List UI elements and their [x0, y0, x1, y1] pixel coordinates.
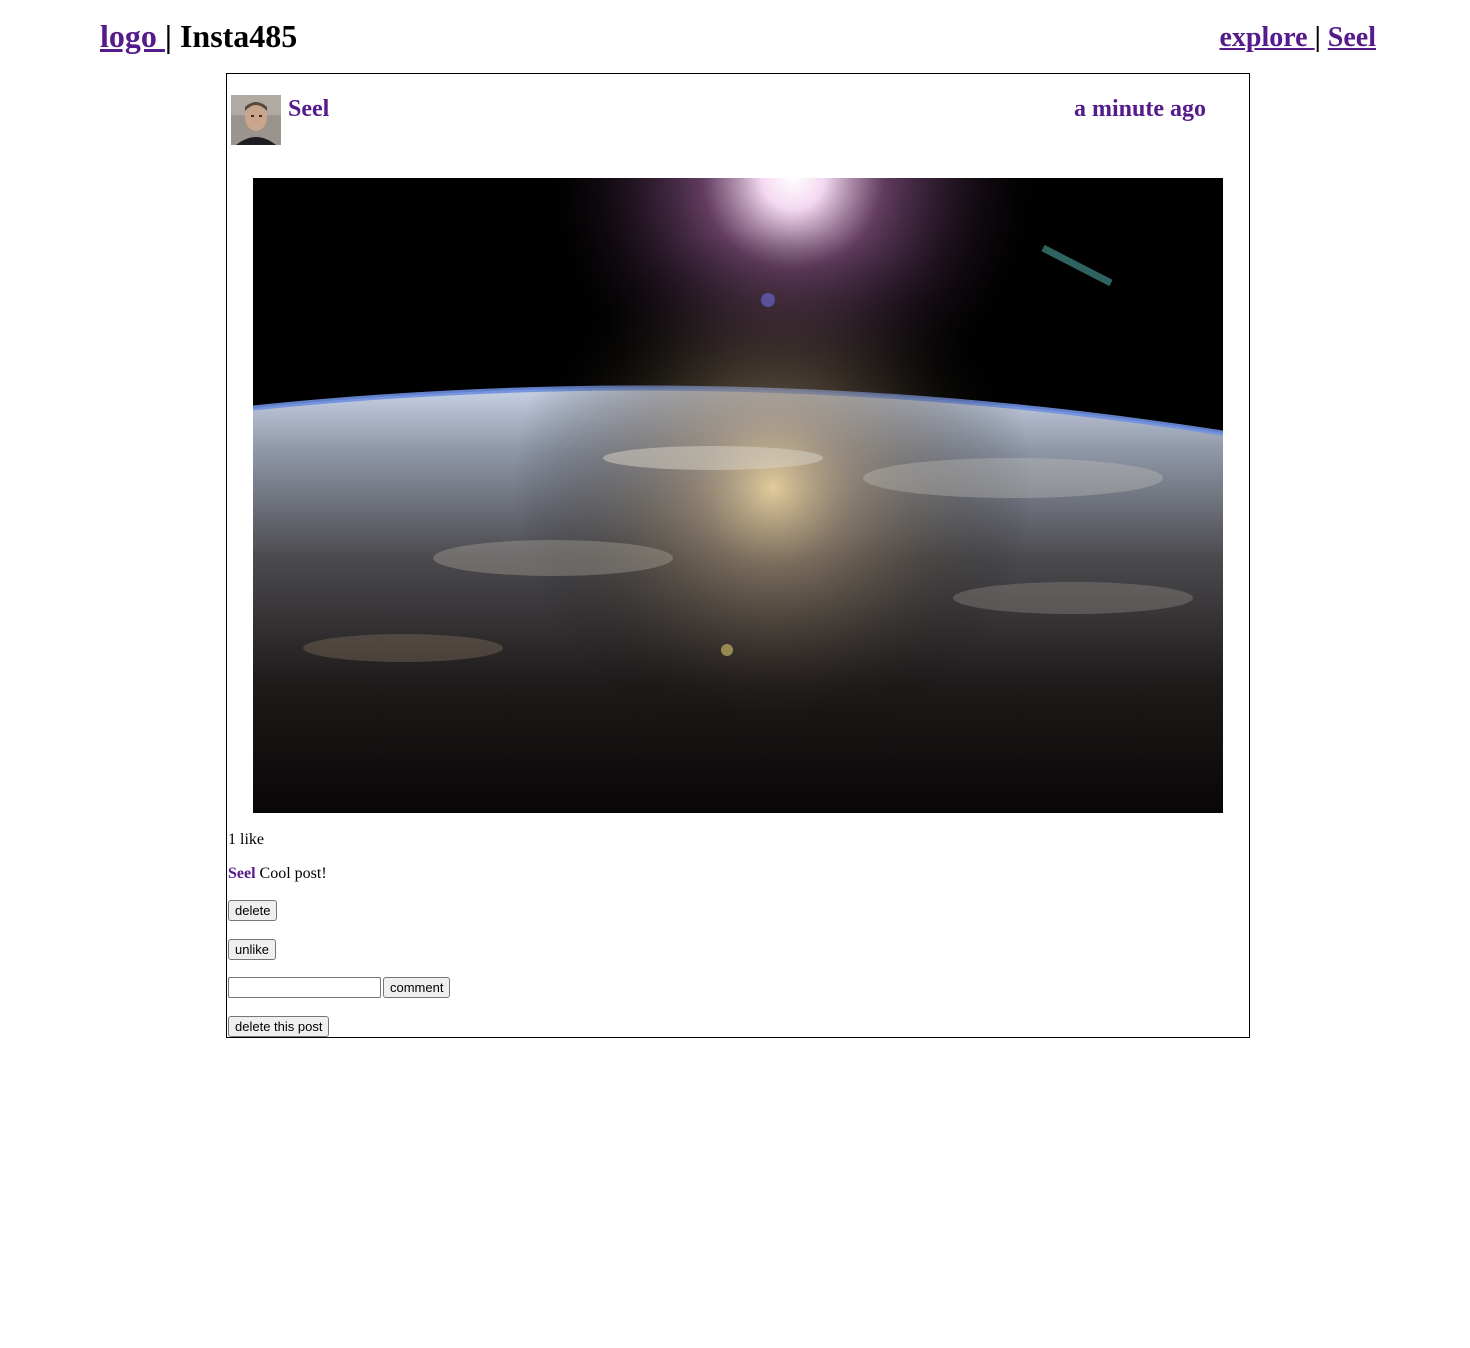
comment-input[interactable] [228, 977, 381, 998]
user-profile-link[interactable]: Seel [1328, 22, 1376, 53]
delete-comment-button[interactable]: delete [228, 900, 278, 921]
site-header: logo | Insta485 explore | Seel [0, 0, 1470, 70]
header-nav: explore | Seel [1219, 18, 1376, 58]
header-separator: | [164, 18, 172, 54]
explore-link[interactable]: explore [1219, 22, 1314, 53]
comment-submit-button[interactable]: comment [383, 977, 451, 998]
post-card: Seel a minute ago 1 like Seel Cool post!… [226, 73, 1250, 1038]
logo-link[interactable]: logo [100, 18, 165, 54]
post-owner-link[interactable]: Seel [288, 94, 329, 124]
earth-from-space-image [253, 178, 1223, 813]
post-timestamp-link[interactable]: a minute ago [1074, 94, 1206, 124]
post-image [253, 178, 1223, 813]
avatar-image [231, 95, 281, 145]
likes-count: 1 like [228, 831, 264, 848]
delete-post-button[interactable]: delete this post [228, 1016, 330, 1037]
unlike-button[interactable]: unlike [228, 939, 276, 960]
site-title: Insta485 [179, 18, 298, 54]
comment-owner-link[interactable]: Seel [228, 865, 256, 882]
comment-text: Cool post! [259, 865, 327, 882]
nav-separator: | [1314, 22, 1321, 53]
comment: Seel Cool post! [228, 864, 327, 884]
post-header: Seel a minute ago [230, 95, 1246, 147]
avatar[interactable] [231, 95, 281, 145]
header-left: logo | Insta485 [100, 16, 297, 56]
comment-form: comment [228, 977, 451, 999]
